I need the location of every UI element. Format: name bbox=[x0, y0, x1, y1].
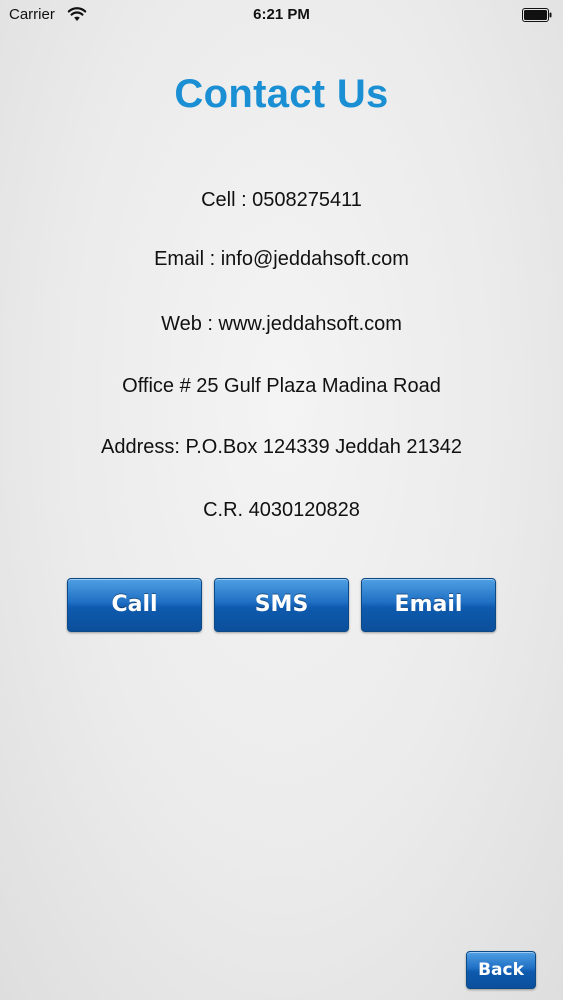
cell-number-text: Cell : 0508275411 bbox=[201, 189, 362, 211]
status-bar: Carrier 6:21 PM bbox=[0, 0, 563, 30]
battery-icon bbox=[522, 8, 552, 22]
cr-number-text: C.R. 4030120828 bbox=[203, 499, 360, 521]
office-text: Office # 25 Gulf Plaza Madina Road bbox=[122, 375, 441, 397]
back-button[interactable]: Back bbox=[466, 951, 536, 989]
email-address-text: Email : info@jeddahsoft.com bbox=[154, 248, 409, 270]
page-title: Contact Us bbox=[174, 72, 389, 116]
status-time: 6:21 PM bbox=[253, 6, 310, 23]
email-button[interactable]: Email bbox=[361, 578, 496, 632]
website-text: Web : www.jeddahsoft.com bbox=[161, 313, 402, 335]
sms-button[interactable]: SMS bbox=[214, 578, 349, 632]
address-text: Address: P.O.Box 124339 Jeddah 21342 bbox=[100, 436, 462, 458]
call-button[interactable]: Call bbox=[67, 578, 202, 632]
